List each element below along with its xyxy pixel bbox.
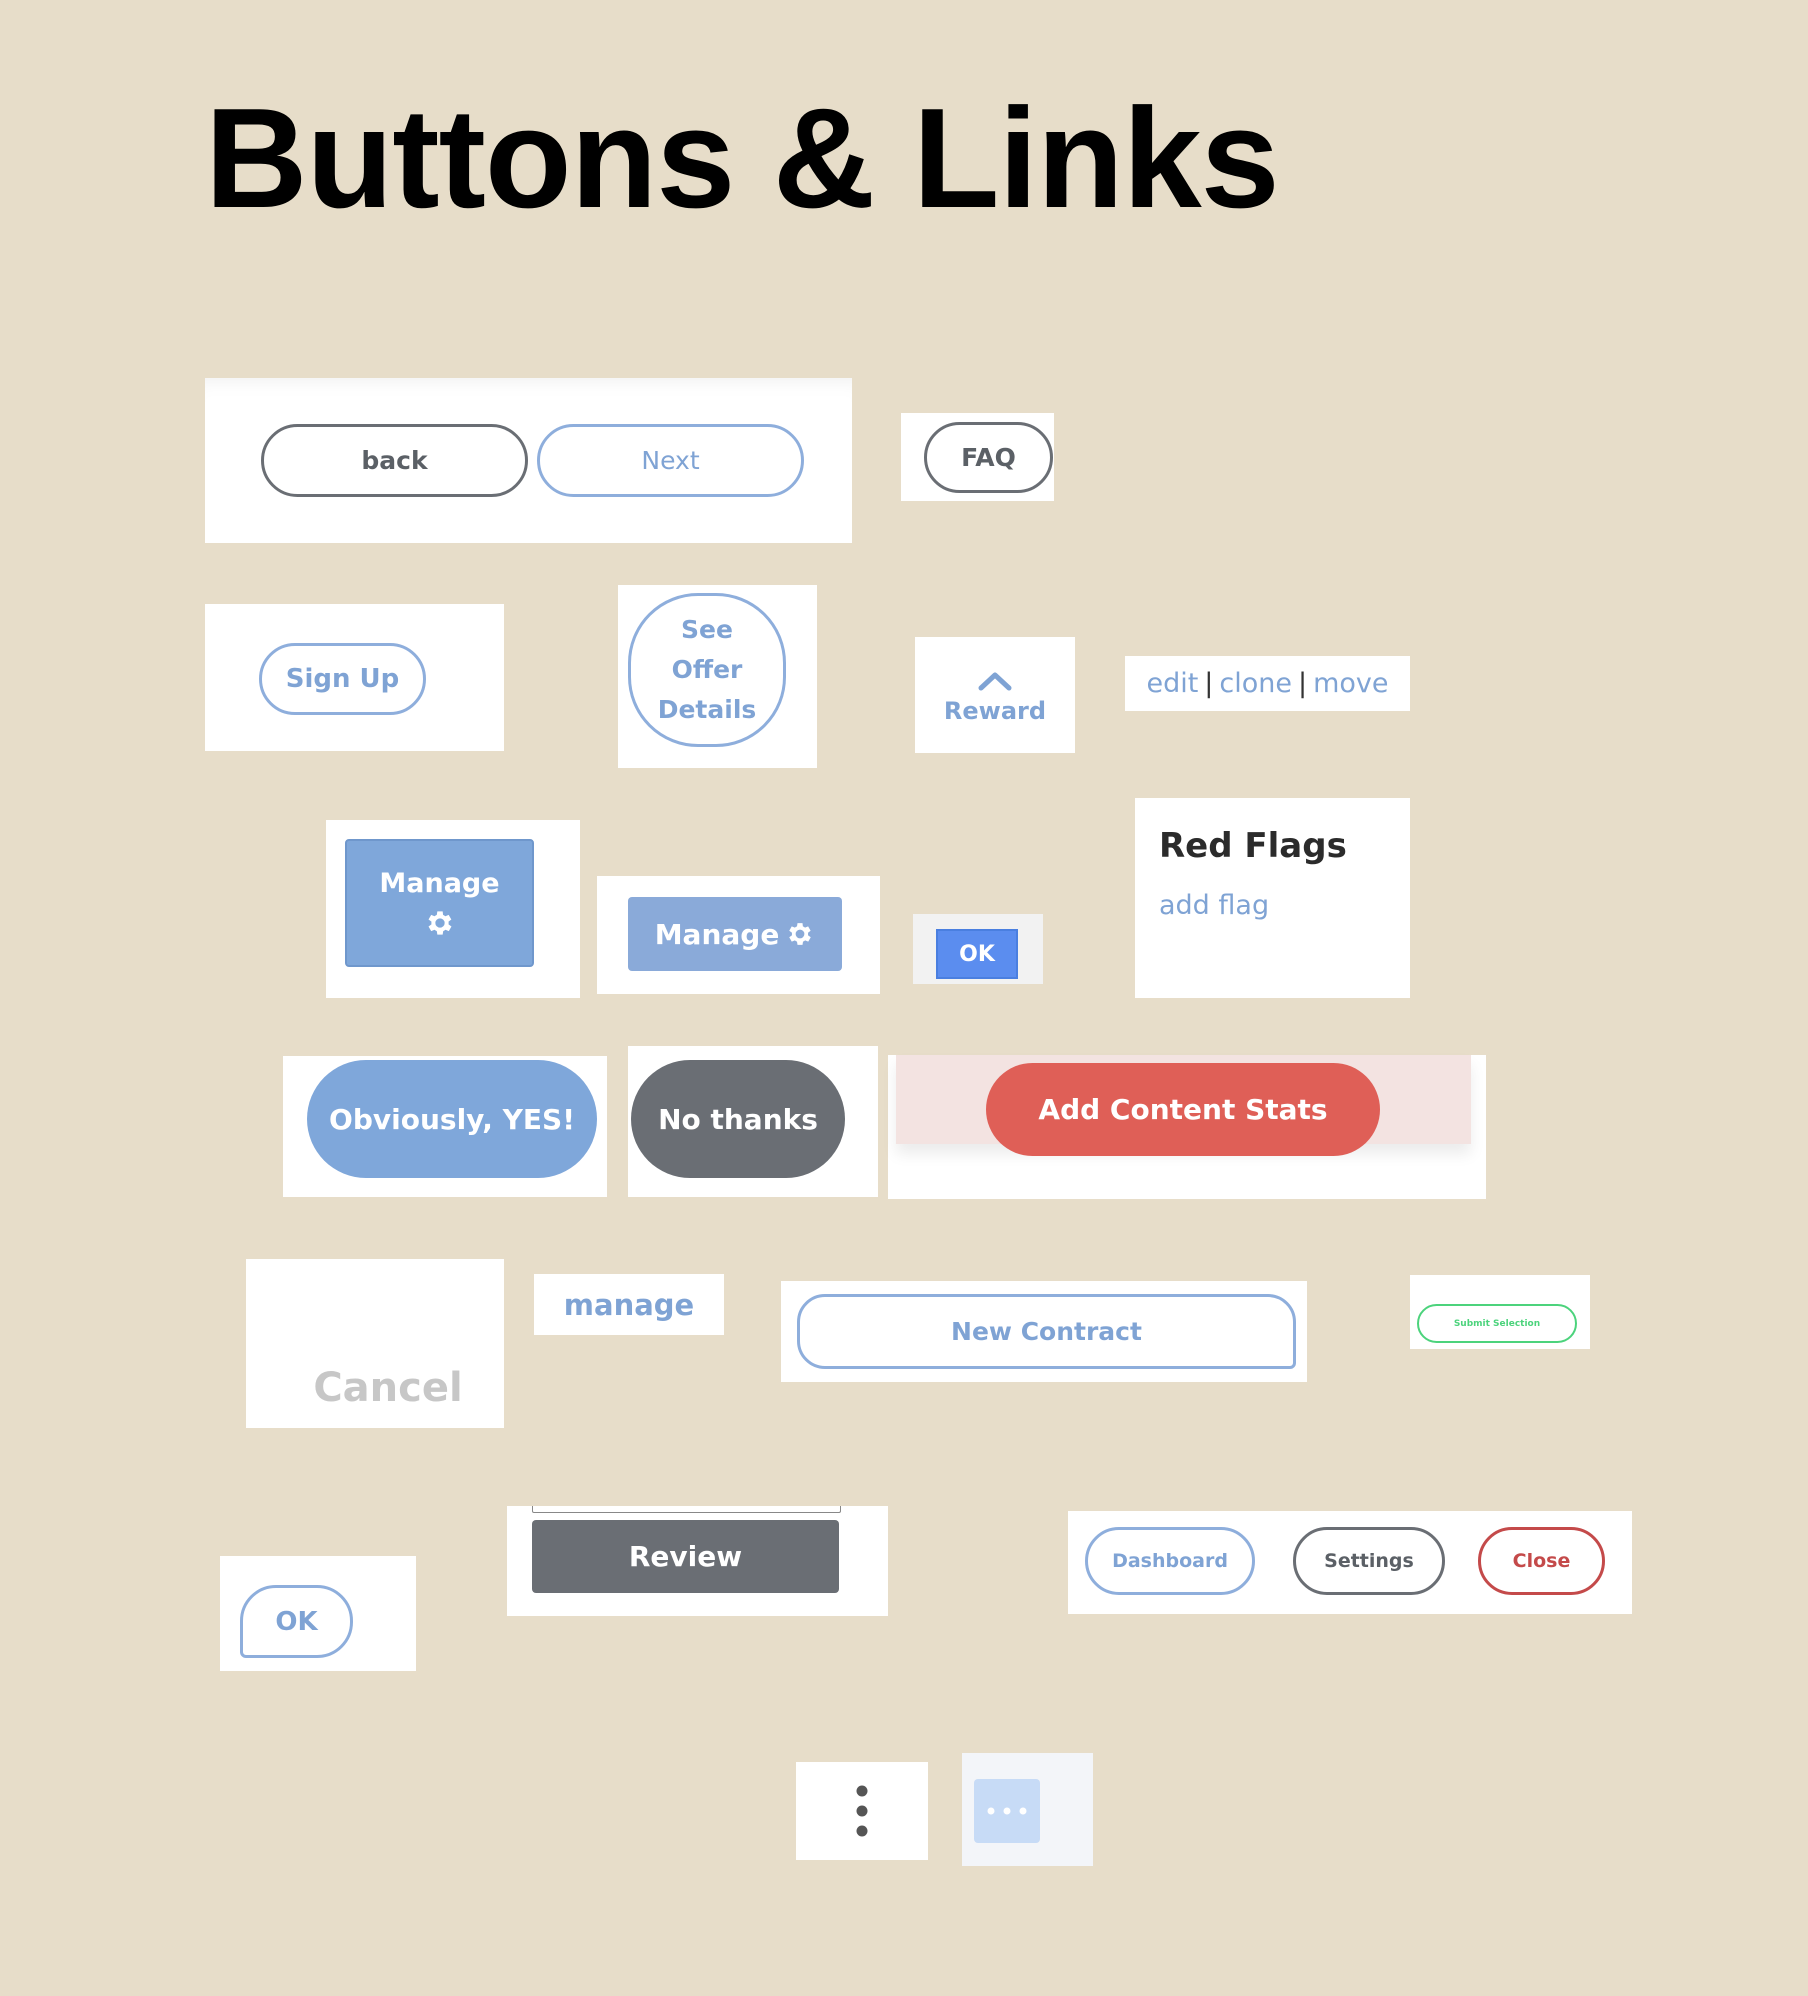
obviously-yes-button[interactable]: Obviously, YES! [307,1060,597,1178]
clone-link[interactable]: clone [1219,668,1292,699]
settings-button[interactable]: Settings [1293,1527,1445,1595]
manage-label: Manage [379,867,500,899]
cancel-card: Cancel [246,1259,504,1428]
manage-link[interactable]: manage [564,1288,694,1322]
cancel-button[interactable]: Cancel [246,1358,530,1418]
more-vertical-card [796,1762,928,1860]
gear-icon [428,910,451,935]
next-button[interactable]: Next [537,424,804,497]
horizontal-ellipsis-icon [987,1807,1027,1815]
edit-links-card: edit | clone | move [1125,656,1410,711]
new-contract-button[interactable]: New Contract [797,1294,1296,1369]
offer-card: See Offer Details [618,585,817,768]
no-thanks-button[interactable]: No thanks [631,1060,845,1178]
separator: | [1204,668,1214,699]
new-contract-card: New Contract [781,1281,1307,1382]
offer-line-3: Details [657,695,757,724]
vertical-ellipsis-icon [856,1785,868,1837]
signup-card: Sign Up [205,604,504,751]
more-options-button[interactable] [796,1762,928,1860]
manage-label: Manage [654,917,780,951]
back-button[interactable]: back [261,424,528,497]
dashboard-button[interactable]: Dashboard [1085,1527,1255,1595]
add-content-stats-button[interactable]: Add Content Stats [986,1063,1380,1156]
add-flag-link[interactable]: add flag [1159,890,1269,921]
ok-outline-button[interactable]: OK [240,1585,353,1658]
manage-wide-card: Manage [597,876,880,994]
reward-button[interactable]: Reward [915,637,1075,753]
ok-small-card: OK [913,914,1043,984]
more-horizontal-card [962,1753,1093,1866]
see-offer-details-button[interactable]: See Offer Details [628,593,786,747]
manage-link-card: manage [534,1274,724,1335]
nav-tabs-card: Dashboard Settings Close [1068,1511,1632,1614]
red-flags-heading: Red Flags [1159,826,1347,866]
manage-tall-card: Manage [326,820,580,998]
add-content-stats-card: Add Content Stats [888,1055,1486,1199]
gear-icon [789,923,812,945]
input-edge [532,1506,841,1513]
reward-label: Reward [943,697,1047,725]
offer-line-1: See [681,615,733,644]
close-button[interactable]: Close [1478,1527,1605,1595]
faq-card: FAQ [901,413,1054,501]
obviously-yes-card: Obviously, YES! [283,1056,607,1197]
ok-button[interactable]: OK [936,929,1018,979]
submit-selection-card: Submit Selection [1410,1275,1590,1349]
edit-link[interactable]: edit [1146,668,1198,699]
manage-wide-button[interactable]: Manage [628,897,842,971]
submit-selection-button[interactable]: Submit Selection [1417,1304,1577,1343]
page-title: Buttons & Links [205,79,1280,238]
faq-button[interactable]: FAQ [924,422,1053,493]
offer-line-2: Offer [671,655,743,684]
move-link[interactable]: move [1313,668,1388,699]
sign-up-button[interactable]: Sign Up [259,643,426,715]
reward-card: Reward [915,637,1075,753]
separator: | [1298,668,1308,699]
review-card: Review [507,1506,888,1616]
manage-tall-button[interactable]: Manage [345,839,534,967]
review-button[interactable]: Review [532,1520,839,1593]
back-next-card: back Next [205,378,852,543]
more-actions-button[interactable] [974,1779,1040,1843]
ok-outline-card: OK [220,1556,416,1671]
no-thanks-card: No thanks [628,1046,878,1197]
chevron-up-icon [978,672,1012,691]
red-flags-card: Red Flags add flag [1135,798,1410,998]
